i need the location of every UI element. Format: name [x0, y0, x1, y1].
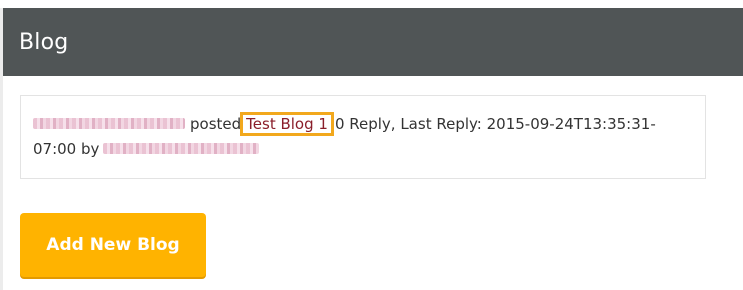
blog-header: Blog	[3, 8, 743, 76]
redacted-replier-name	[103, 142, 260, 154]
blog-widget: Blog posted Test Blog 10 Reply, Last Repl…	[0, 0, 743, 290]
blog-post-entry: posted Test Blog 10 Reply, Last Reply: 20…	[20, 95, 706, 179]
posted-verb: posted	[190, 115, 242, 133]
blog-title-link[interactable]: Test Blog 1	[240, 112, 334, 136]
redacted-author-name	[33, 117, 185, 129]
top-edge	[0, 0, 743, 6]
page-title: Blog	[19, 29, 69, 55]
add-new-blog-button[interactable]: Add New Blog	[20, 213, 206, 277]
